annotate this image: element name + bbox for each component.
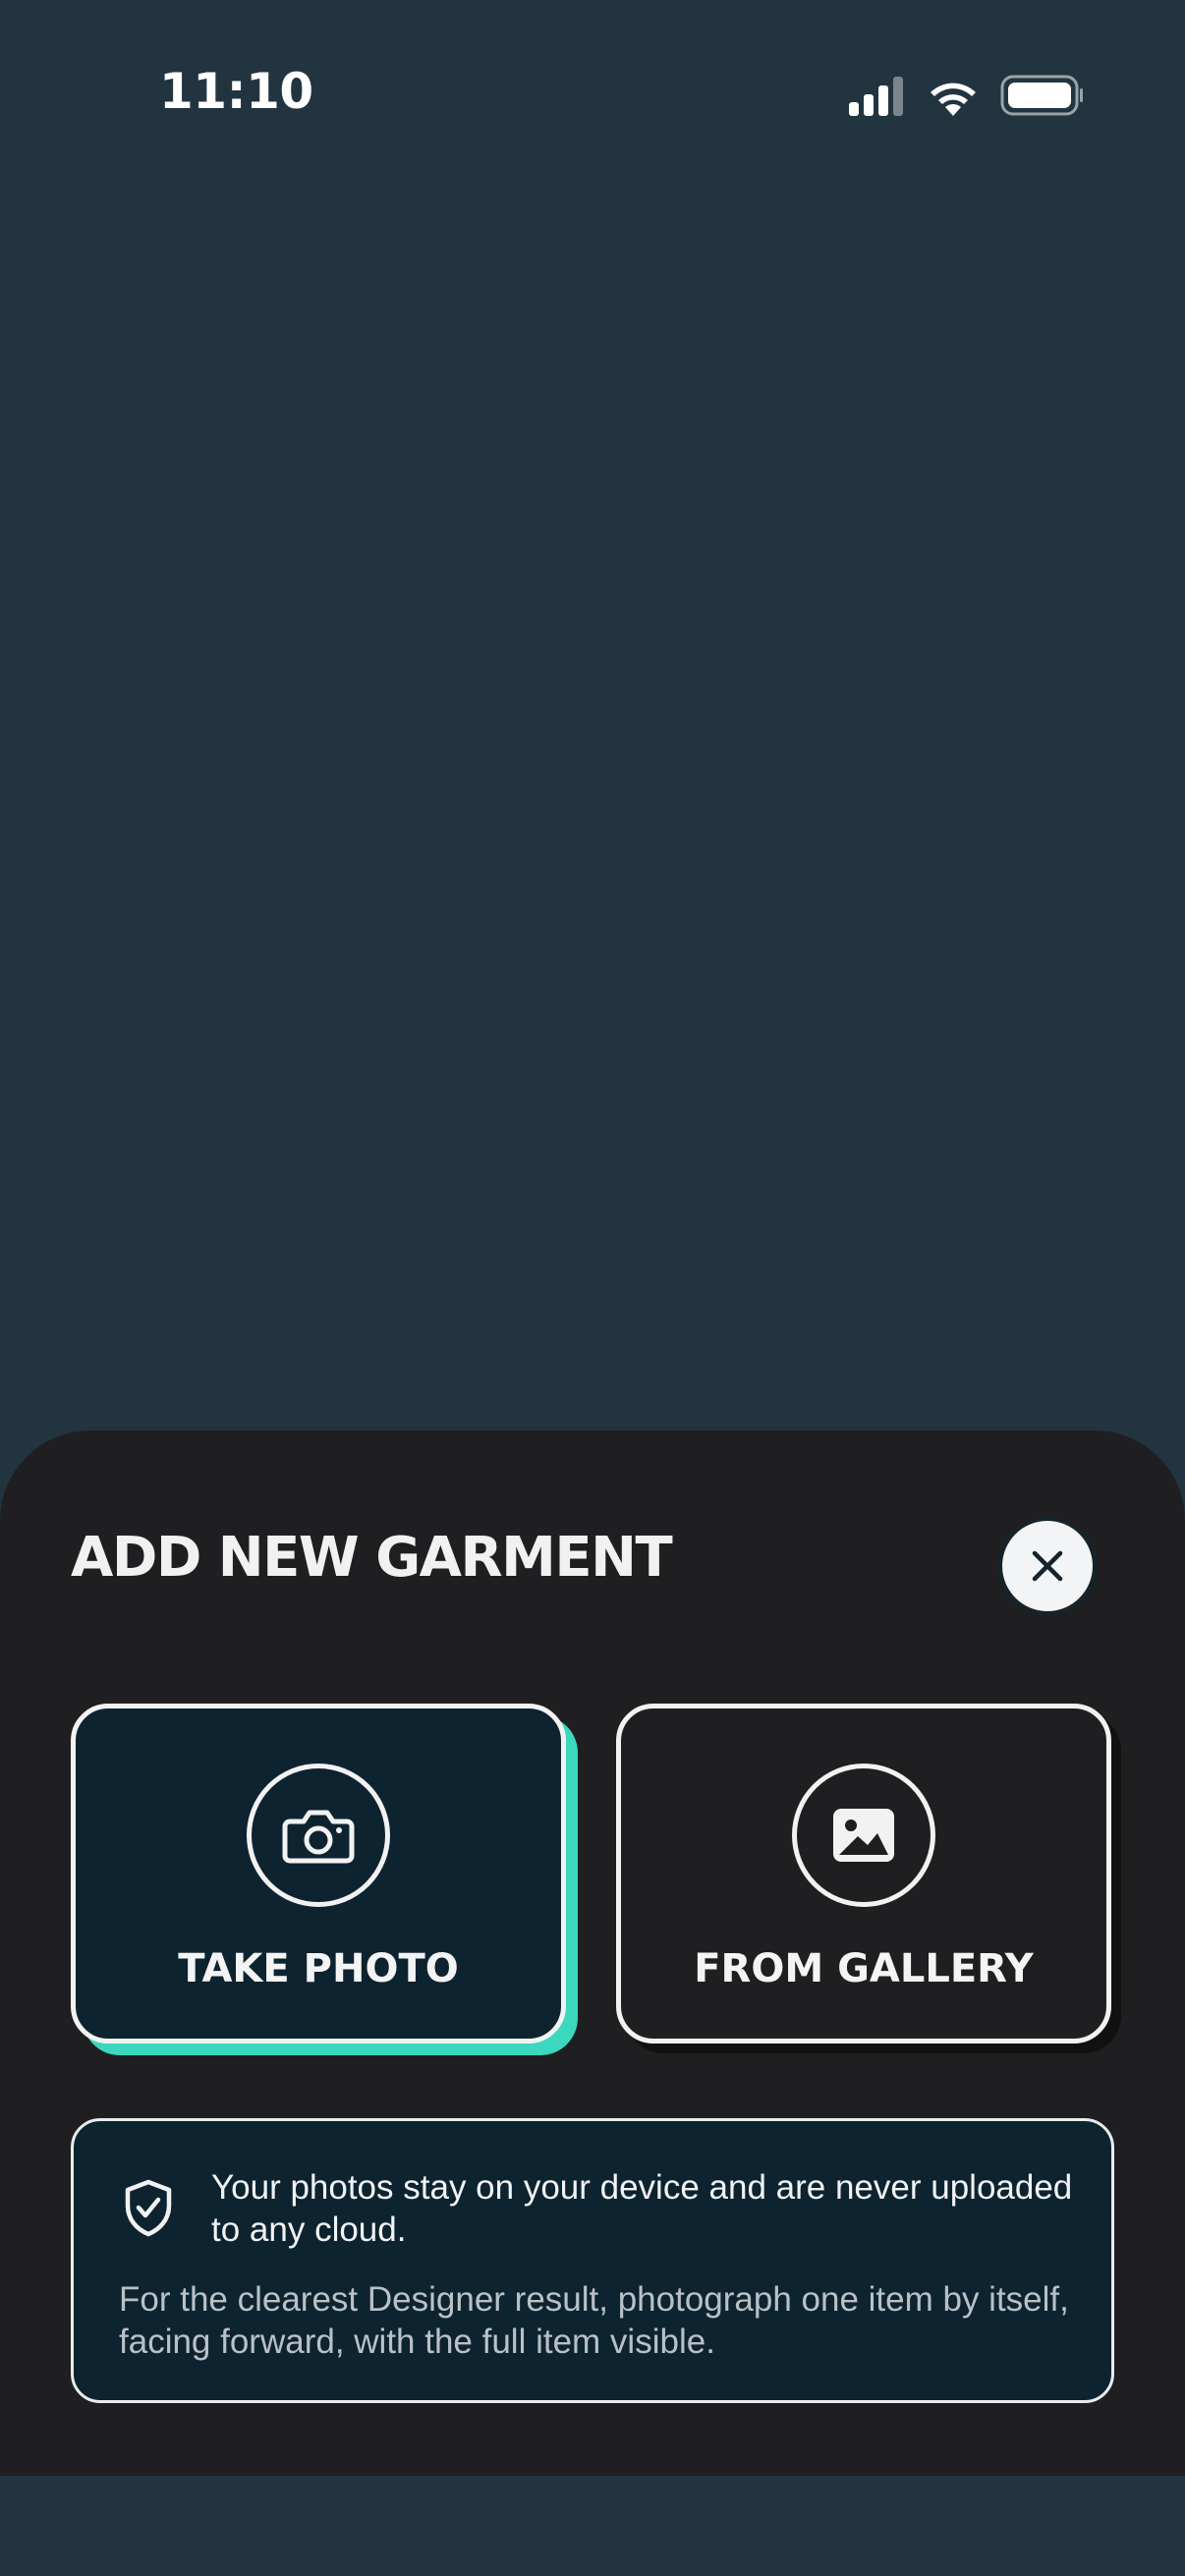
photo-tip-text: For the clearest Designer result, photog… [119, 2280, 1069, 2361]
sheet-title: ADD NEW GARMENT [71, 1526, 673, 1590]
shield-check-icon [125, 2179, 172, 2237]
status-time: 11:10 [159, 63, 313, 120]
image-icon-circle [792, 1764, 935, 1907]
from-gallery-label: FROM GALLERY [694, 1946, 1034, 1991]
take-photo-button[interactable]: TAKE PHOTO [71, 1704, 566, 2044]
close-icon [1032, 1550, 1063, 1582]
bottom-background [0, 2476, 1185, 2576]
wifi-icon [931, 83, 976, 116]
app-screen: 11:10 ADD NEW GARMENT TAKE PHOTO FROM GA… [0, 0, 1185, 2576]
camera-icon [282, 1810, 355, 1864]
battery-icon [1000, 75, 1083, 116]
status-icons [847, 73, 1083, 120]
camera-icon-circle [247, 1764, 390, 1907]
from-gallery-button[interactable]: FROM GALLERY [616, 1704, 1111, 2044]
cellular-signal-icon [849, 77, 903, 116]
add-garment-sheet: ADD NEW GARMENT TAKE PHOTO FROM GALLERY … [0, 1430, 1185, 2476]
image-icon [833, 1809, 894, 1862]
take-photo-label: TAKE PHOTO [178, 1946, 459, 1991]
close-button[interactable] [1002, 1521, 1093, 1611]
privacy-text: Your photos stay on your device and are … [211, 2168, 1073, 2249]
privacy-info-box: Your photos stay on your device and are … [71, 2118, 1114, 2403]
